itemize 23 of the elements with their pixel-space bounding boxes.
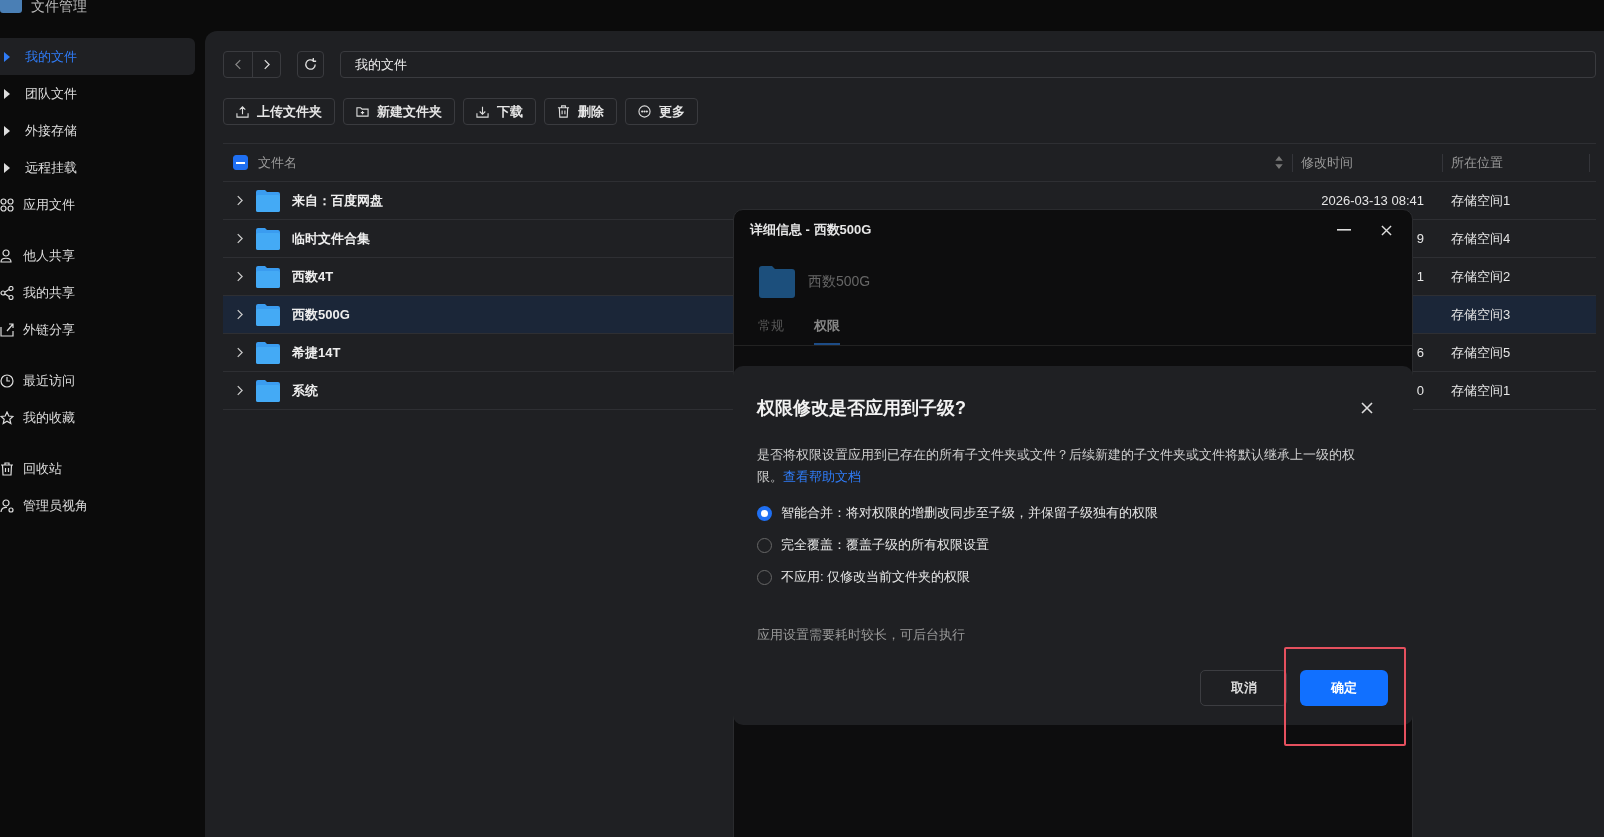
location-cell: 存储空间3 xyxy=(1451,305,1511,324)
location-cell: 存储空间1 xyxy=(1451,191,1511,210)
modified-time: 9 xyxy=(1416,231,1424,246)
file-name: 西数500G xyxy=(292,305,350,324)
location-cell: 存储空间5 xyxy=(1451,343,1511,362)
dialog-note: 应用设置需要耗时较长，可后台执行 xyxy=(757,626,966,644)
file-name: 希捷14T xyxy=(292,343,341,362)
location-cell: 存储空间1 xyxy=(1451,381,1511,400)
modified-time: 2026-03-13 08:41 xyxy=(1321,193,1424,208)
modified-time: 6 xyxy=(1416,345,1424,360)
app-title: 文件管理 xyxy=(31,0,87,16)
location-cell: 存储空间2 xyxy=(1451,267,1511,286)
dialog-message: 是否将权限设置应用到已存在的所有子文件夹或文件？后续新建的子文件夹或文件将默认继承上一级的权限。查看帮助文档 xyxy=(757,446,1356,486)
file-name: 来自：百度网盘 xyxy=(292,191,383,210)
window-title: 详细信息 - 西数500G xyxy=(750,221,872,239)
dialog-title: 权限修改是否应用到子级? xyxy=(757,397,966,420)
file-name: 系统 xyxy=(292,381,318,400)
file-name: 西数4T xyxy=(292,267,334,286)
modified-time: 1 xyxy=(1416,269,1424,284)
folder-name: 西数500G xyxy=(808,273,871,291)
modified-time: 0 xyxy=(1416,383,1424,398)
file-name: 临时文件合集 xyxy=(292,229,370,248)
location-cell: 存储空间4 xyxy=(1451,229,1511,248)
